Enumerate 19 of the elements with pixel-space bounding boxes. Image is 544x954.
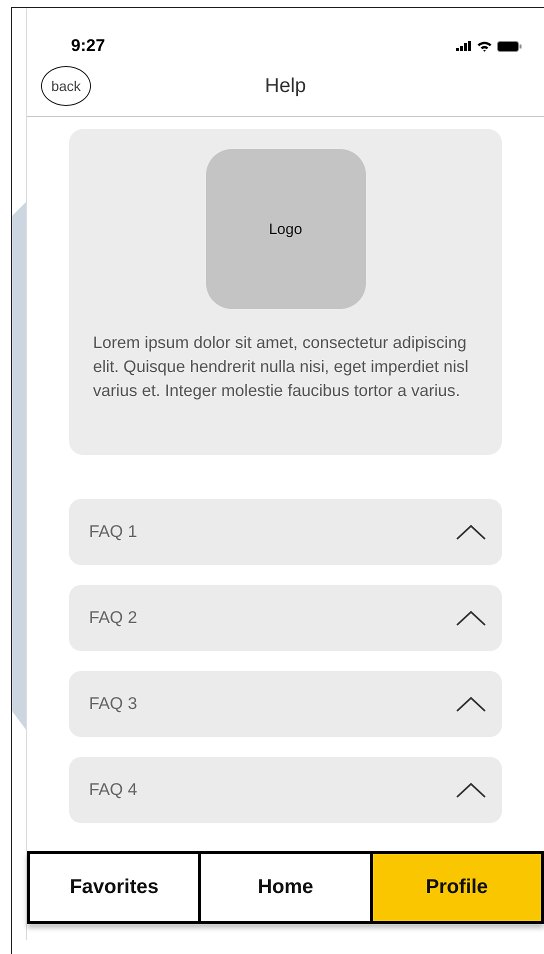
status-time: 9:27 — [71, 36, 106, 56]
logo-label: Logo — [268, 220, 302, 238]
faq-item[interactable]: FAQ 3 — [69, 671, 502, 737]
faq-item[interactable]: FAQ 2 — [69, 585, 502, 651]
faq-item[interactable]: FAQ 1 — [69, 499, 502, 565]
signal-icon — [456, 41, 472, 51]
back-button[interactable]: back — [41, 66, 91, 106]
nav-tab[interactable]: Home — [201, 854, 373, 921]
nav-tab[interactable]: Favorites — [30, 854, 202, 921]
about-text: Lorem ipsum dolor sit amet, consectetur adipiscing elit. Quisque hendrerit nulla nisi, eget imperdiet nisl varius et. Integer molestie faucibus tortor a varius. — [93, 332, 470, 402]
chevron-up-icon — [456, 782, 486, 798]
faq-item[interactable]: FAQ 4 — [69, 757, 502, 823]
chevron-up-icon — [456, 696, 486, 712]
chevron-up-icon — [456, 524, 486, 540]
wifi-icon — [477, 40, 492, 52]
chevron-up-icon — [456, 610, 486, 626]
battery-icon — [497, 40, 522, 52]
page-title: Help — [264, 74, 306, 98]
nav-tab[interactable]: Profile — [372, 854, 541, 921]
